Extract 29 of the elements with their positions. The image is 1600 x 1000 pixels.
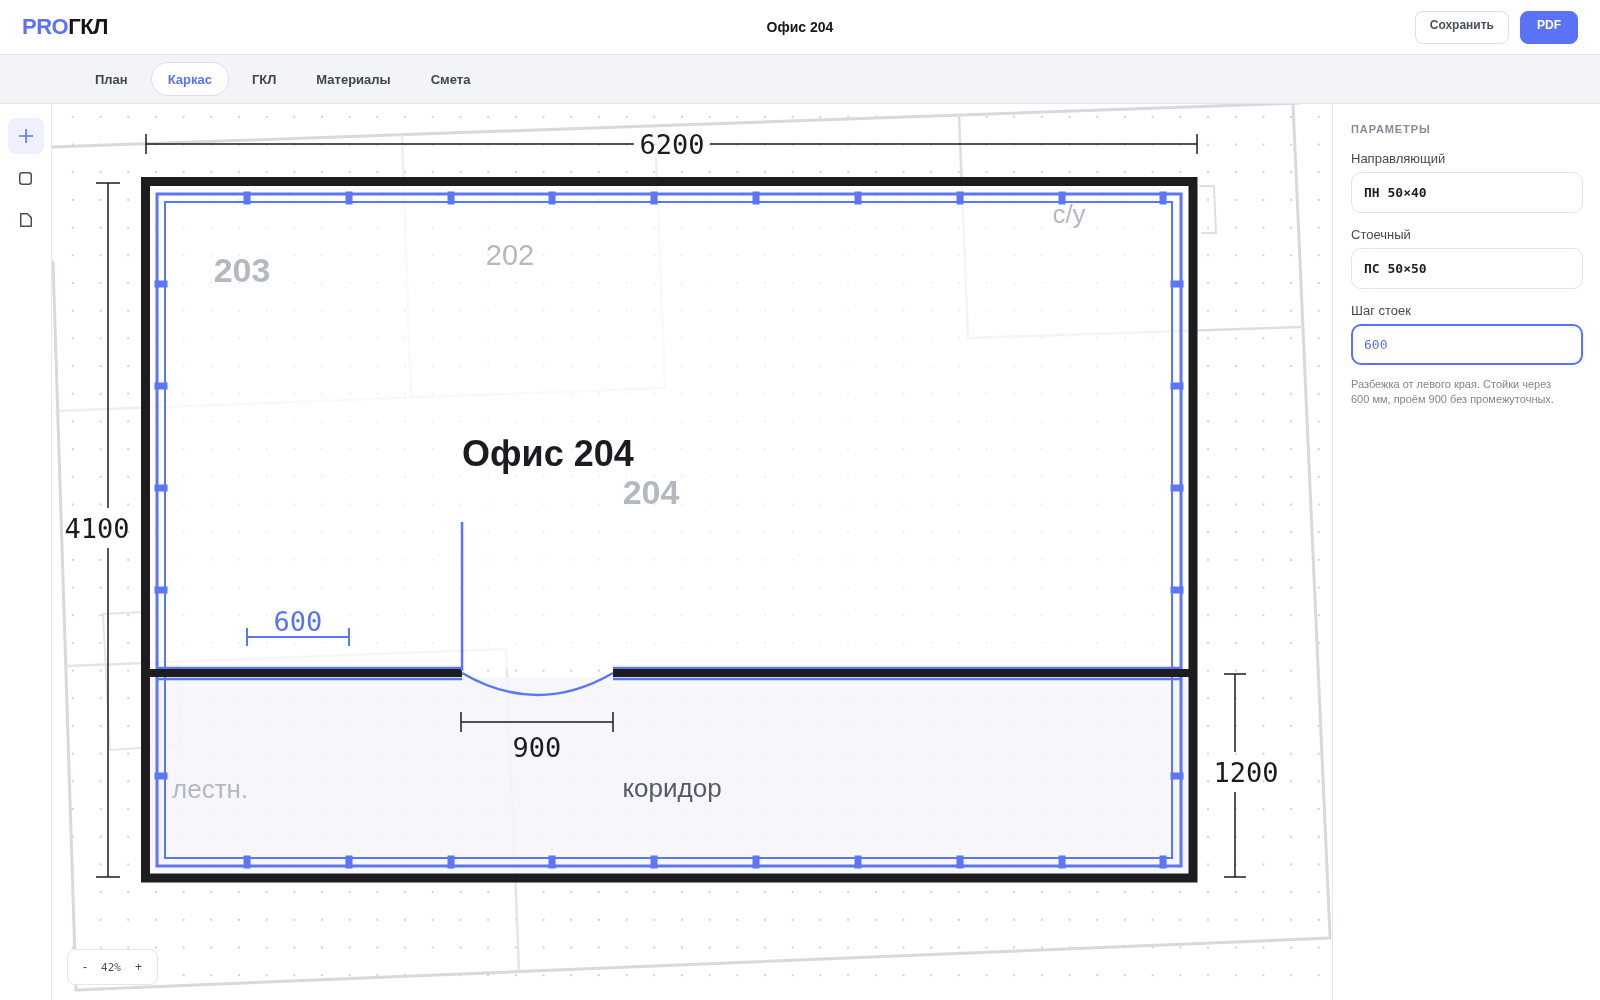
save-button[interactable]: Сохранить [1414, 11, 1509, 44]
tab[interactable]: ГКЛ [234, 62, 294, 96]
panel-heading: ПАРАМЕТРЫ [1351, 122, 1432, 136]
field-label: Шаг стоек [1351, 303, 1412, 319]
square-icon [19, 171, 32, 185]
text-field[interactable]: 600 [1351, 324, 1583, 365]
tab[interactable]: Смета [413, 62, 488, 96]
zoom-level: 42% [101, 960, 121, 974]
text-field[interactable]: ПН 50×40 [1351, 172, 1583, 213]
tab[interactable]: План [78, 62, 145, 96]
document-title: Офис 204 [766, 19, 834, 35]
dimension-label: 900 [512, 731, 562, 763]
background-room-label: лестн. [172, 774, 249, 804]
tab[interactable]: Материалы [299, 62, 408, 96]
corridor-label: коридор [622, 773, 722, 803]
plus-icon [18, 129, 33, 143]
dimension-label: 1200 [1213, 756, 1279, 788]
document-icon [19, 213, 32, 227]
hint-text: Разбежка от левого края. Стойки через 600 мм, проём 900 без промежуточных. [1351, 377, 1555, 407]
zoom-out-button[interactable]: - [79, 960, 91, 974]
field-label: Стоечный [1351, 227, 1412, 243]
text-field[interactable]: ПС 50×50 [1351, 248, 1583, 289]
logo: PROГКЛ [22, 14, 109, 40]
dimension-label: 4100 [64, 512, 130, 544]
field-label: Направляющий [1351, 151, 1447, 167]
tab[interactable]: Каркас [150, 62, 229, 96]
export-button[interactable]: PDF [1520, 11, 1578, 44]
dimension-label: 6200 [639, 128, 705, 160]
zoom-in-button[interactable]: + [130, 960, 146, 974]
